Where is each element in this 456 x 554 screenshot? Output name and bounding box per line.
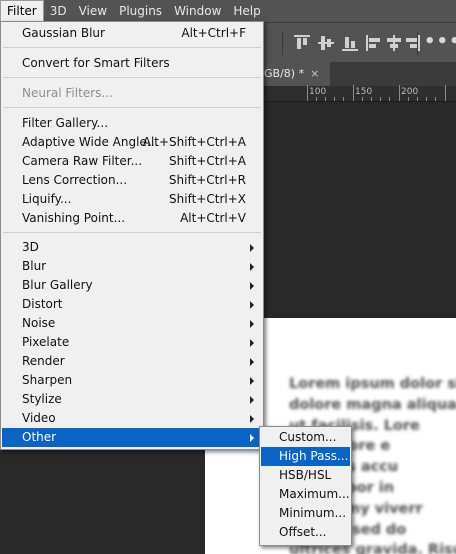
submenu-arrow-icon — [250, 396, 254, 404]
menu-item-stylize[interactable]: Stylize — [2, 390, 262, 409]
menu-filter[interactable]: Filter — [0, 0, 44, 22]
submenu-item-hsb-hsl[interactable]: HSB/HSL — [261, 466, 350, 485]
align-horizontal-center-icon[interactable] — [386, 35, 402, 51]
filter-menu: Gaussian Blur Alt+Ctrl+F Convert for Smar… — [0, 21, 264, 450]
menu-item-video[interactable]: Video — [2, 409, 262, 428]
menu-item-liquify[interactable]: Liquify... Shift+Ctrl+X — [2, 190, 262, 209]
shortcut-text: Shift+Ctrl+R — [168, 173, 246, 187]
menu-view[interactable]: View — [73, 0, 113, 22]
options-separator — [417, 31, 418, 55]
submenu-arrow-icon — [250, 244, 254, 252]
submenu-item-minimum[interactable]: Minimum... — [261, 504, 350, 523]
align-bottom-icon[interactable] — [342, 35, 358, 51]
menu-item-sharpen[interactable]: Sharpen — [2, 371, 262, 390]
submenu-arrow-icon — [250, 358, 254, 366]
other-submenu: Custom... High Pass... HSB/HSL Maximum..… — [259, 426, 352, 546]
menu-item-vanishing-point[interactable]: Vanishing Point... Alt+Ctrl+V — [2, 209, 262, 228]
menu-item-render[interactable]: Render — [2, 352, 262, 371]
submenu-arrow-icon — [250, 415, 254, 423]
shortcut-text: Alt+Ctrl+V — [180, 211, 246, 225]
menu-divider — [3, 47, 261, 48]
menu-divider — [3, 107, 261, 108]
options-separator — [282, 31, 283, 55]
menu-item-neural-filters: Neural Filters... — [22, 86, 113, 100]
menu-window[interactable]: Window — [168, 0, 227, 22]
shortcut-text: Alt+Ctrl+F — [181, 26, 246, 40]
submenu-item-offset[interactable]: Offset... — [261, 523, 350, 542]
menu-item-distort[interactable]: Distort — [2, 295, 262, 314]
menu-item-camera-raw-filter[interactable]: Camera Raw Filter... Shift+Ctrl+A — [2, 152, 262, 171]
submenu-item-custom[interactable]: Custom... — [261, 428, 350, 447]
close-tab-icon[interactable]: × — [310, 67, 319, 80]
menu-item-blur[interactable]: Blur — [2, 257, 262, 276]
submenu-item-high-pass[interactable]: High Pass... — [261, 447, 350, 466]
document-tab[interactable]: GB/8) * × — [262, 62, 330, 86]
align-left-icon[interactable] — [366, 35, 382, 51]
shortcut-text: Shift+Ctrl+X — [169, 192, 246, 206]
shortcut-text: Shift+Ctrl+A — [169, 154, 246, 168]
ruler-label: 100 — [309, 87, 327, 97]
menu-item-pixelate[interactable]: Pixelate — [2, 333, 262, 352]
menu-item-gaussian-blur[interactable]: Gaussian Blur Alt+Ctrl+F — [2, 24, 262, 43]
submenu-arrow-icon — [250, 339, 254, 347]
align-vertical-center-icon[interactable] — [318, 35, 334, 51]
shortcut-text: Alt+Shift+Ctrl+A — [142, 135, 246, 149]
ruler-label: 150 — [355, 87, 373, 97]
document-tab-label: GB/8) * — [264, 67, 305, 80]
submenu-arrow-icon — [250, 282, 254, 290]
menu-item-filter-gallery[interactable]: Filter Gallery... — [2, 114, 262, 133]
align-top-icon[interactable] — [294, 35, 310, 51]
menu-item-lens-correction[interactable]: Lens Correction... Shift+Ctrl+R — [2, 171, 262, 190]
submenu-arrow-icon — [250, 434, 254, 442]
ruler-label: 200 — [401, 87, 419, 97]
submenu-arrow-icon — [250, 377, 254, 385]
horizontal-ruler: 100 150 200 — [262, 85, 456, 102]
submenu-arrow-icon — [250, 301, 254, 309]
menu-item-3d[interactable]: 3D — [2, 238, 262, 257]
menu-bar: Filter 3D View Plugins Window Help — [0, 0, 456, 22]
menu-divider — [3, 77, 261, 78]
submenu-arrow-icon — [250, 263, 254, 271]
submenu-item-maximum[interactable]: Maximum... — [261, 485, 350, 504]
menu-item-blur-gallery[interactable]: Blur Gallery — [2, 276, 262, 295]
menu-item-convert-smart-filters[interactable]: Convert for Smart Filters — [2, 54, 262, 73]
menu-item-noise[interactable]: Noise — [2, 314, 262, 333]
submenu-arrow-icon — [250, 320, 254, 328]
menu-item-adaptive-wide-angle[interactable]: Adaptive Wide Angle... Alt+Shift+Ctrl+A — [2, 133, 262, 152]
more-options-icon[interactable]: ••• — [424, 31, 456, 52]
menu-plugins[interactable]: Plugins — [113, 0, 168, 22]
menu-item-other[interactable]: Other — [2, 428, 262, 447]
menu-divider — [3, 232, 261, 233]
menu-help[interactable]: Help — [227, 0, 266, 22]
menu-3d[interactable]: 3D — [44, 0, 73, 22]
